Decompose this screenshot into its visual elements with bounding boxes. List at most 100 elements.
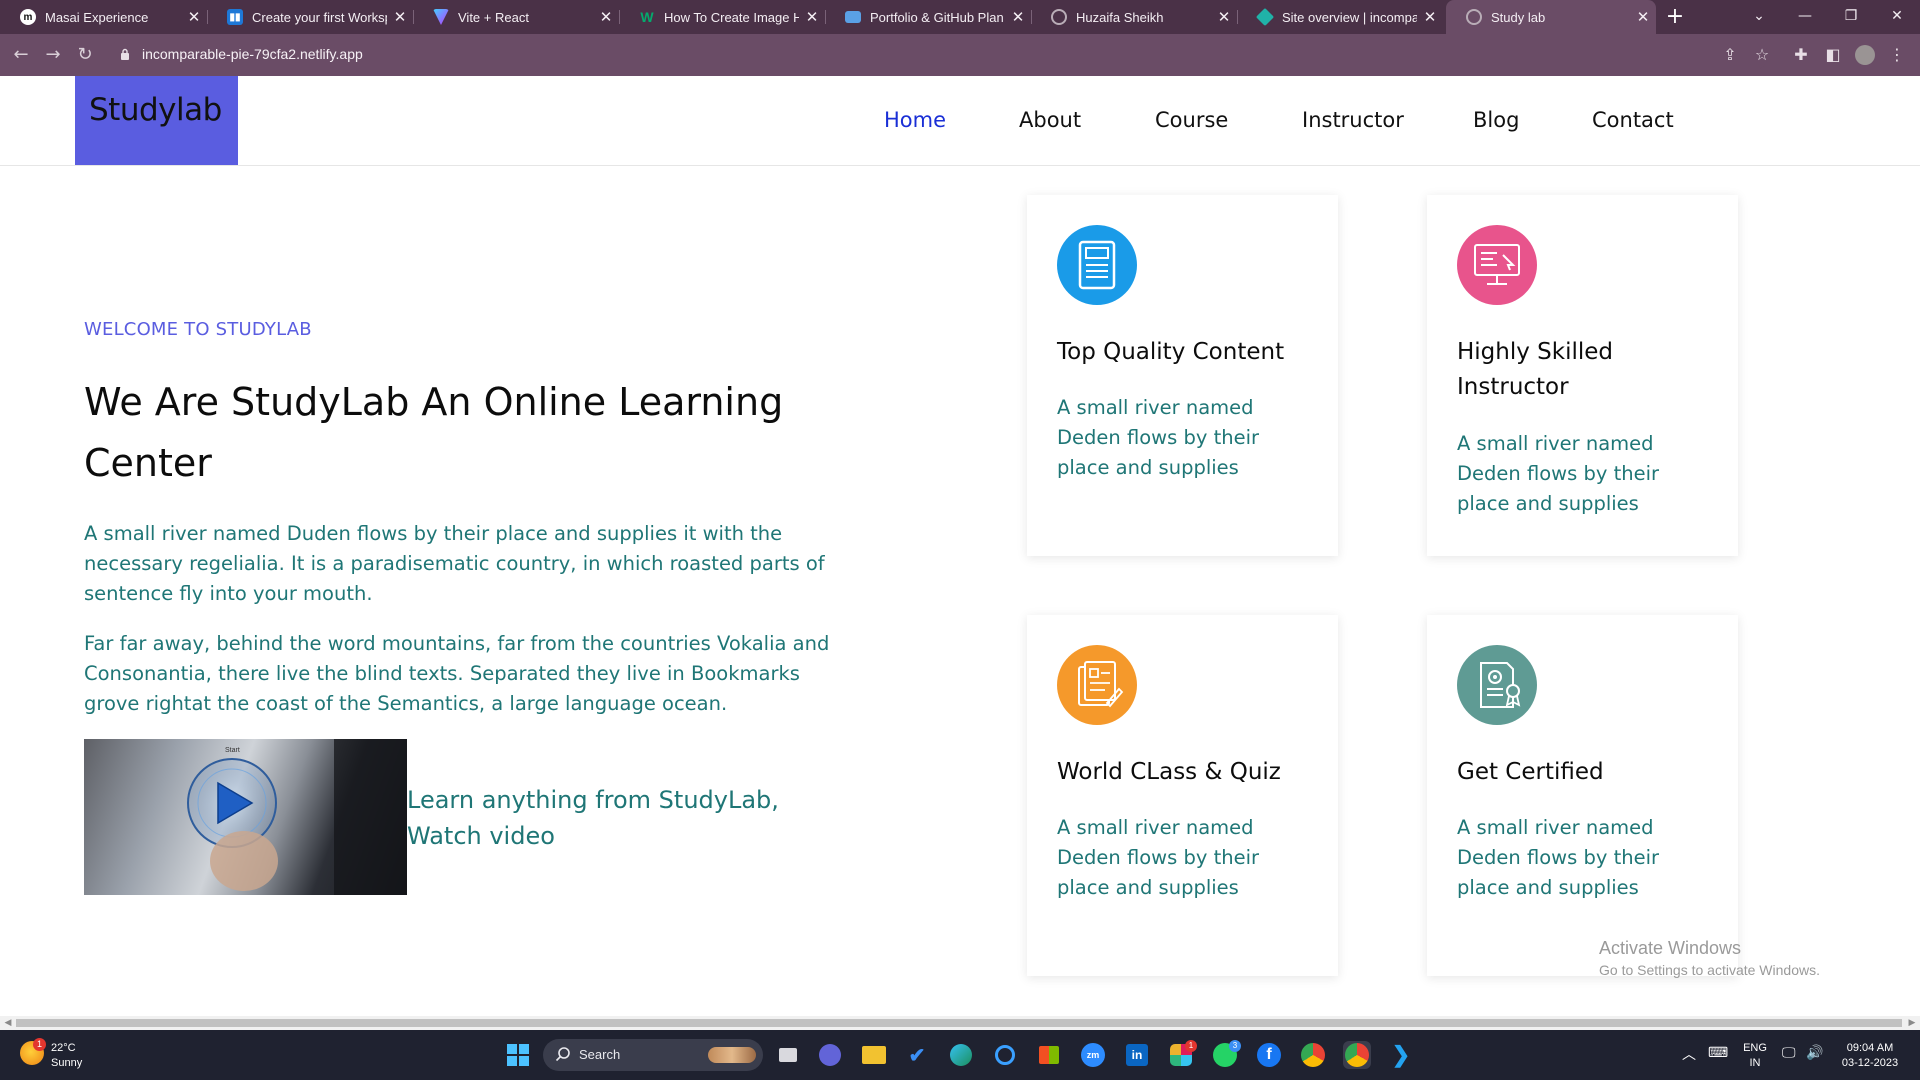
search-placeholder: Search bbox=[579, 1047, 621, 1062]
site-header: Studylab Home About Course Instructor Bl… bbox=[0, 76, 1920, 166]
nav-contact[interactable]: Contact bbox=[1592, 108, 1674, 132]
close-icon[interactable]: ✕ bbox=[1630, 8, 1656, 26]
task-view-icon[interactable] bbox=[774, 1041, 802, 1069]
nav-course[interactable]: Course bbox=[1155, 108, 1228, 132]
close-icon[interactable]: ✕ bbox=[1005, 8, 1031, 26]
clock-date: 03-12-2023 bbox=[1841, 1057, 1899, 1069]
site-logo[interactable]: Studylab bbox=[75, 76, 238, 165]
browser-tab-strip: m Masai Experience ✕ ▮▮ Create your firs… bbox=[0, 0, 1920, 34]
nav-instructor[interactable]: Instructor bbox=[1302, 108, 1404, 132]
search-highlight-icon bbox=[708, 1047, 756, 1063]
monitor-icon bbox=[1457, 225, 1537, 305]
feature-card: Top Quality Content A small river named … bbox=[1027, 195, 1338, 556]
profile-avatar[interactable] bbox=[1853, 43, 1877, 67]
feature-title: Get Certified bbox=[1457, 759, 1604, 785]
file-explorer-icon[interactable] bbox=[860, 1041, 888, 1069]
scroll-right-arrow-icon[interactable]: ▶ bbox=[1906, 1017, 1918, 1029]
tab-label: Study lab bbox=[1491, 9, 1546, 25]
cortana-icon[interactable] bbox=[991, 1041, 1019, 1069]
nav-blog[interactable]: Blog bbox=[1473, 108, 1519, 132]
close-icon[interactable]: ✕ bbox=[181, 8, 207, 26]
weather-badge: 1 bbox=[33, 1038, 46, 1051]
masai-icon: m bbox=[20, 9, 36, 25]
horizontal-scrollbar[interactable]: ◀ ▶ bbox=[0, 1016, 1920, 1030]
tab-w3schools[interactable]: W How To Create Image Hover ✕ bbox=[619, 0, 825, 34]
laptop-icon bbox=[845, 11, 861, 23]
globe-icon bbox=[1051, 9, 1067, 25]
trello-icon: ▮▮ bbox=[227, 9, 243, 25]
hero-title: We Are StudyLab An Online Learning Cente… bbox=[84, 380, 784, 485]
chrome-icon[interactable] bbox=[1299, 1041, 1327, 1069]
weather-desc[interactable]: Sunny bbox=[51, 1057, 82, 1069]
reload-button[interactable]: ↻ bbox=[73, 43, 97, 67]
language-indicator[interactable]: ENG IN bbox=[1740, 1042, 1770, 1069]
scrollbar-thumb[interactable] bbox=[16, 1019, 1902, 1027]
certificate-icon bbox=[1457, 645, 1537, 725]
network-icon[interactable]: 🖵 bbox=[1782, 1044, 1796, 1061]
tab-label: Portfolio & GitHub Plan bbox=[870, 9, 1004, 25]
tab-label: Huzaifa Sheikh bbox=[1076, 9, 1164, 25]
tab-study-lab[interactable]: Study lab ✕ bbox=[1446, 0, 1656, 34]
nav-about[interactable]: About bbox=[1019, 108, 1081, 132]
menu-icon[interactable]: ⋮ bbox=[1885, 43, 1909, 67]
tab-trello[interactable]: ▮▮ Create your first Workspace ✕ bbox=[207, 0, 413, 34]
close-icon[interactable]: ✕ bbox=[1211, 8, 1237, 26]
feature-title: Top Quality Content bbox=[1057, 339, 1285, 365]
close-icon[interactable]: ✕ bbox=[593, 8, 619, 26]
tab-masai[interactable]: m Masai Experience ✕ bbox=[0, 0, 207, 34]
forward-button[interactable]: → bbox=[41, 43, 65, 67]
lock-icon bbox=[121, 48, 129, 60]
document-icon bbox=[1057, 225, 1137, 305]
close-icon[interactable]: ✕ bbox=[799, 8, 825, 26]
keyboard-icon[interactable]: ⌨ bbox=[1708, 1044, 1728, 1061]
zoom-icon[interactable]: zm bbox=[1079, 1041, 1107, 1069]
close-icon[interactable]: ✕ bbox=[387, 8, 413, 26]
facebook-icon[interactable]: f bbox=[1255, 1041, 1283, 1069]
bookmark-star-icon[interactable]: ☆ bbox=[1750, 43, 1774, 67]
teams-icon[interactable] bbox=[816, 1041, 844, 1069]
tab-huzaifa[interactable]: Huzaifa Sheikh ✕ bbox=[1031, 0, 1237, 34]
hero-paragraph-1: A small river named Duden flows by their… bbox=[84, 522, 825, 605]
window-close-button[interactable]: ✕ bbox=[1874, 0, 1920, 34]
taskbar-search[interactable]: Search bbox=[543, 1039, 763, 1071]
linkedin-icon[interactable]: in bbox=[1123, 1041, 1151, 1069]
new-tab-button[interactable]: + bbox=[1662, 4, 1688, 30]
w3-icon: W bbox=[640, 9, 654, 25]
todo-icon[interactable]: ✔ bbox=[903, 1041, 931, 1069]
search-icon bbox=[555, 1047, 570, 1062]
video-caption[interactable]: Learn anything from StudyLab, Watch vide… bbox=[407, 782, 787, 854]
tab-netlify[interactable]: Site overview | incomparable ✕ bbox=[1237, 0, 1443, 34]
feature-text: A small river named Deden flows by their… bbox=[1057, 816, 1260, 899]
close-icon[interactable]: ✕ bbox=[1417, 8, 1443, 26]
video-thumbnail[interactable]: Start bbox=[84, 739, 407, 895]
tab-portfolio[interactable]: Portfolio & GitHub Plan ✕ bbox=[825, 0, 1031, 34]
windows-activation-watermark: Activate Windows Go to Settings to activ… bbox=[1599, 938, 1820, 978]
hero-paragraph-2: Far far away, behind the word mountains,… bbox=[84, 632, 830, 715]
globe-icon bbox=[1466, 9, 1482, 25]
minimize-button[interactable]: — bbox=[1782, 0, 1828, 34]
share-icon[interactable]: ⇪ bbox=[1718, 43, 1742, 67]
nav-home[interactable]: Home bbox=[884, 108, 946, 132]
scroll-left-arrow-icon[interactable]: ◀ bbox=[2, 1017, 14, 1029]
slack-badge: 1 bbox=[1185, 1040, 1197, 1052]
tab-vite[interactable]: Vite + React ✕ bbox=[413, 0, 619, 34]
edge-icon[interactable] bbox=[947, 1041, 975, 1069]
tab-search-chevron-icon[interactable]: ⌄ bbox=[1736, 0, 1782, 34]
tab-label: Vite + React bbox=[458, 9, 529, 25]
store-icon[interactable] bbox=[1035, 1041, 1063, 1069]
extensions-icon[interactable]: ✚ bbox=[1789, 43, 1813, 67]
windows-start-icon[interactable] bbox=[504, 1041, 532, 1069]
clock[interactable]: 09:04 AM 03-12-2023 bbox=[1830, 1042, 1910, 1069]
vscode-icon[interactable]: ❯ bbox=[1387, 1041, 1415, 1069]
quiz-icon bbox=[1057, 645, 1137, 725]
address-bar[interactable]: incomparable-pie-79cfa2.netlify.app bbox=[108, 39, 1768, 71]
restore-button[interactable]: ❐ bbox=[1828, 0, 1874, 34]
volume-icon[interactable]: 🔊 bbox=[1806, 1044, 1823, 1061]
chevron-up-icon[interactable]: ︿ bbox=[1682, 1044, 1696, 1064]
side-panel-icon[interactable]: ◧ bbox=[1821, 43, 1845, 67]
chrome-profile-icon[interactable] bbox=[1343, 1041, 1371, 1069]
feature-title: Highly Skilled Instructor bbox=[1457, 339, 1614, 400]
browser-toolbar: ← → ↻ incomparable-pie-79cfa2.netlify.ap… bbox=[0, 34, 1920, 76]
weather-temp[interactable]: 22°C bbox=[51, 1042, 76, 1054]
back-button[interactable]: ← bbox=[9, 43, 33, 67]
